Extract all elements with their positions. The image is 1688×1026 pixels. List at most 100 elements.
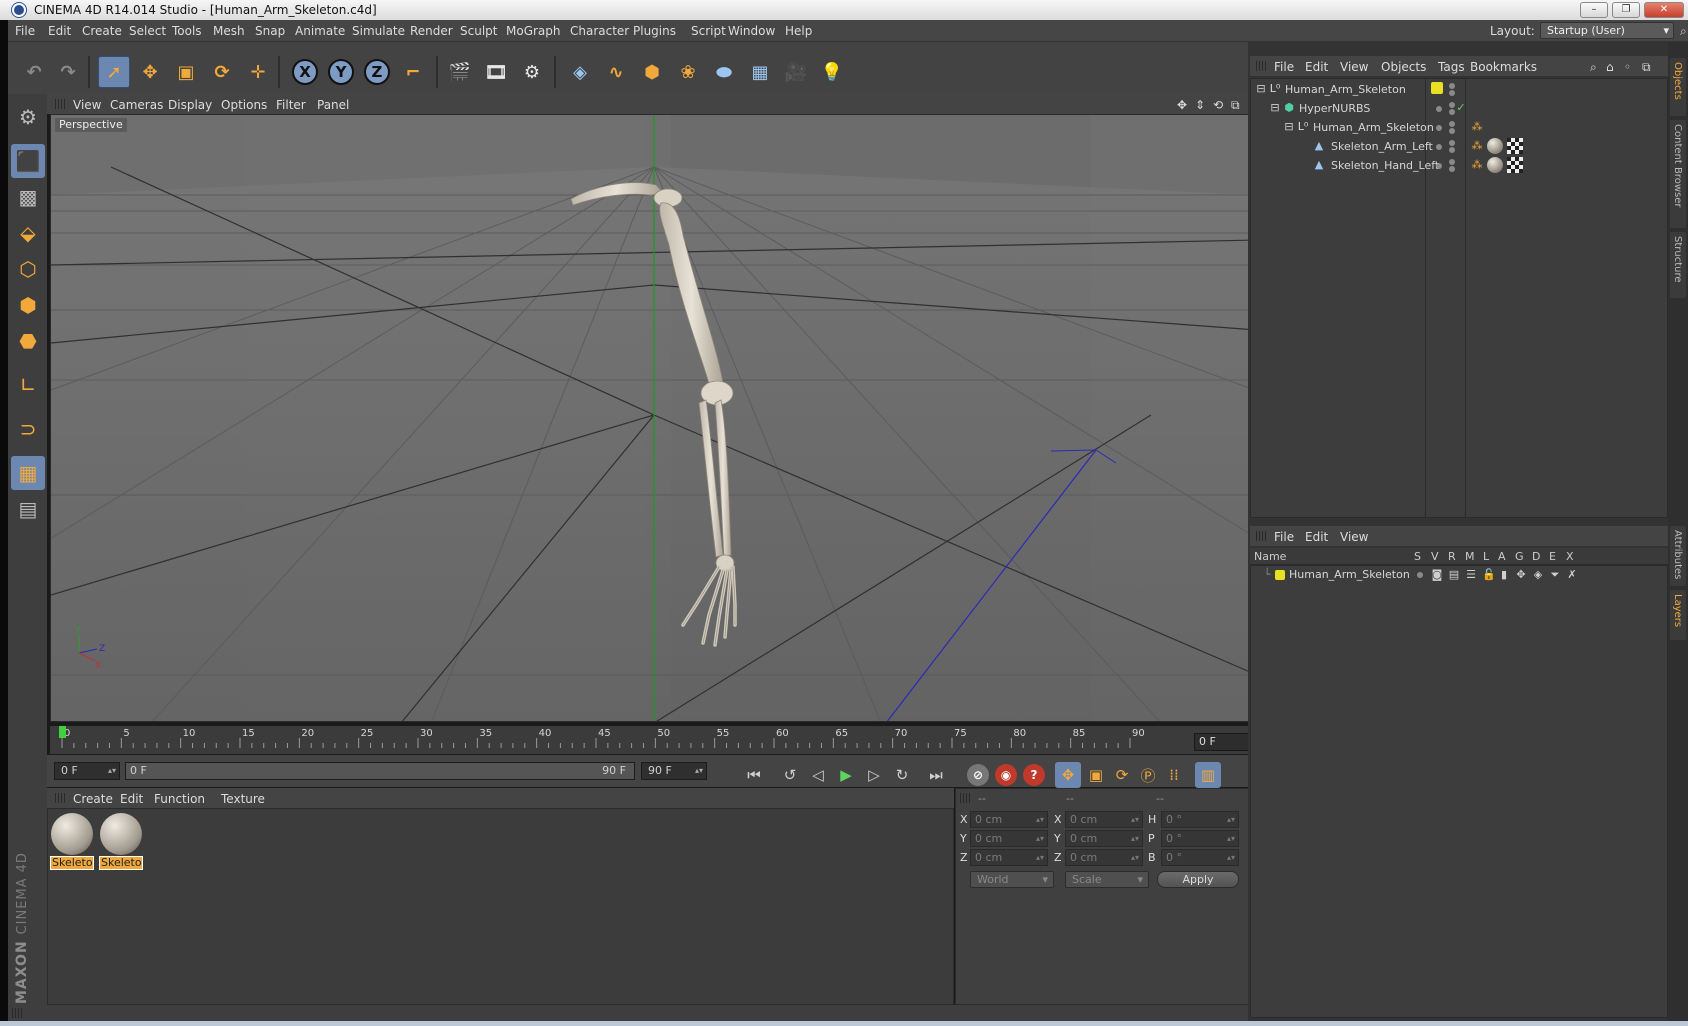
render-settings-icon[interactable]: ⚙ xyxy=(516,56,548,88)
uvw-tag-icon[interactable] xyxy=(1507,138,1523,154)
array-icon[interactable]: ❀ xyxy=(672,56,704,88)
start-frame-field[interactable]: 0 F ▴▾ xyxy=(54,762,120,780)
menu-create[interactable]: Create xyxy=(82,24,122,38)
undo-icon[interactable]: ↶ xyxy=(18,56,50,88)
expressions-toggle-icon[interactable]: ⏷ xyxy=(1549,569,1561,581)
record-scale-icon[interactable]: ▣ xyxy=(1083,762,1109,788)
layer-color-swatch[interactable] xyxy=(1431,82,1443,94)
layers-menu-edit[interactable]: Edit xyxy=(1305,530,1328,544)
record-rotation-icon[interactable]: ⟳ xyxy=(1109,762,1135,788)
tab-layers[interactable]: Layers xyxy=(1670,590,1686,640)
rotate-icon[interactable]: ⟳ xyxy=(206,56,238,88)
material-swatch[interactable]: Skeleton xyxy=(50,812,94,872)
render-view-icon[interactable]: 🎬 xyxy=(444,56,476,88)
maximize-view-icon[interactable]: ⧉ xyxy=(1231,98,1240,113)
restore-button[interactable]: ❐ xyxy=(1612,2,1640,18)
dolly-view-icon[interactable]: ⇕ xyxy=(1195,98,1205,112)
model-mode-icon[interactable]: ⬛ xyxy=(11,144,45,178)
column-locked[interactable]: L xyxy=(1483,550,1489,563)
layer-dot[interactable] xyxy=(1436,144,1442,150)
tab-structure[interactable]: Structure xyxy=(1670,232,1686,298)
animation-toggle-icon[interactable]: ▮ xyxy=(1498,569,1510,581)
3d-viewport[interactable]: Y Z X Perspective xyxy=(50,114,1256,722)
snap-icon[interactable]: ⊃ xyxy=(11,412,45,446)
layer-row[interactable]: └ Human_Arm_Skeleton ◙ ▤ ☰ 🔓 ▮ ✥ ◈ ⏷ ✗ xyxy=(1251,567,1667,583)
pos-z-field[interactable]: 0 cm ▴▾ xyxy=(970,849,1048,866)
light-icon[interactable]: 💡 xyxy=(816,56,848,88)
render-visibility-dot[interactable] xyxy=(1449,166,1455,172)
menu-plugins[interactable]: Plugins xyxy=(633,24,676,38)
pos-y-field[interactable]: 0 cm ▴▾ xyxy=(970,830,1048,847)
panel-grip[interactable] xyxy=(55,99,65,109)
go-to-end-icon[interactable]: ⏭ xyxy=(923,762,949,788)
objects-menu-objects[interactable]: Objects xyxy=(1381,60,1426,74)
current-frame-field[interactable]: 0 F xyxy=(1194,733,1256,751)
close-button[interactable]: ✕ xyxy=(1644,2,1684,18)
layers-menu-view[interactable]: View xyxy=(1340,530,1368,544)
menu-select[interactable]: Select xyxy=(129,24,166,38)
tab-content-browser[interactable]: Content Browser xyxy=(1670,120,1686,228)
render-picture-viewer-icon[interactable]: 🎞 xyxy=(480,56,512,88)
objects-menu-file[interactable]: File xyxy=(1274,60,1294,74)
manager-toggle-icon[interactable]: ☰ xyxy=(1465,569,1477,581)
material-swatch[interactable]: Skeleton xyxy=(99,812,143,872)
move-icon[interactable]: ✥ xyxy=(134,56,166,88)
menu-snap[interactable]: Snap xyxy=(255,24,285,38)
search-icon[interactable]: ⌕ xyxy=(1680,24,1687,39)
xref-toggle-icon[interactable]: ✗ xyxy=(1566,569,1578,581)
end-frame-field[interactable]: 90 F ▴▾ xyxy=(641,762,707,780)
column-expressions[interactable]: E xyxy=(1549,550,1556,563)
menu-file[interactable]: File xyxy=(15,24,35,38)
apply-button[interactable]: Apply xyxy=(1157,871,1239,888)
layer-dot[interactable] xyxy=(1436,106,1442,112)
scale-icon[interactable]: ▣ xyxy=(170,56,202,88)
rot-h-field[interactable]: 0 ° ▴▾ xyxy=(1161,811,1239,828)
cube-icon[interactable]: ◈ xyxy=(564,56,596,88)
menu-edit[interactable]: Edit xyxy=(48,24,71,38)
edges-mode-icon[interactable]: ⬢ xyxy=(11,288,45,322)
menu-mesh[interactable]: Mesh xyxy=(213,24,245,38)
object-row[interactable]: ⊟ ⬢ HyperNURBS ✓ xyxy=(1251,99,1667,118)
nurbs-icon[interactable]: ⬢ xyxy=(636,56,668,88)
y-axis-lock-button[interactable]: Y xyxy=(325,56,357,88)
menu-render[interactable]: Render xyxy=(410,24,453,38)
phong-tag-icon[interactable]: ⁂ xyxy=(1471,140,1483,152)
deformers-toggle-icon[interactable]: ◈ xyxy=(1532,569,1544,581)
column-solo[interactable]: S xyxy=(1414,550,1421,563)
scheme-settings-icon[interactable]: ▥ xyxy=(1195,762,1221,788)
panel-grip[interactable] xyxy=(55,793,65,803)
menu-mograph[interactable]: MoGraph xyxy=(506,24,561,38)
rot-p-field[interactable]: 0 ° ▴▾ xyxy=(1161,830,1239,847)
object-row[interactable]: ⊟ L⁰ Human_Arm_Skeleton ⁂ xyxy=(1251,118,1667,137)
record-keys-icon[interactable]: ⊘ xyxy=(965,762,991,788)
material-tag-icon[interactable] xyxy=(1487,138,1503,154)
column-xref[interactable]: X xyxy=(1566,550,1574,563)
editor-visibility-dot[interactable] xyxy=(1449,140,1455,146)
object-row[interactable]: ▲ Skeleton_Arm_Left ⁂ xyxy=(1251,137,1667,156)
menu-animate[interactable]: Animate xyxy=(295,24,345,38)
object-row[interactable]: ▲ Skeleton_Hand_Left ⁂ xyxy=(1251,156,1667,175)
phong-tag-icon[interactable]: ⁂ xyxy=(1471,159,1483,171)
material-tag-icon[interactable] xyxy=(1487,157,1503,173)
polygons-mode-icon[interactable]: ⬣ xyxy=(11,324,45,358)
viewport-menu-panel[interactable]: Panel xyxy=(317,98,349,112)
editor-visibility-dot[interactable] xyxy=(1449,159,1455,165)
z-axis-lock-button[interactable]: Z xyxy=(361,56,393,88)
viewport-menu-options[interactable]: Options xyxy=(221,98,267,112)
layer-color-swatch[interactable] xyxy=(1275,570,1285,580)
viewport-menu-view[interactable]: View xyxy=(73,98,101,112)
layer-dot[interactable] xyxy=(1436,125,1442,131)
menu-sculpt[interactable]: Sculpt xyxy=(460,24,497,38)
x-axis-lock-button[interactable]: X xyxy=(289,56,321,88)
render-visibility-dot[interactable] xyxy=(1449,128,1455,134)
home-icon[interactable]: ⌂ xyxy=(1606,60,1614,74)
keyframe-selection-icon[interactable]: ? xyxy=(1021,762,1047,788)
pan-view-icon[interactable]: ✥ xyxy=(1177,98,1187,112)
menu-character[interactable]: Character xyxy=(570,24,629,38)
deformer-icon[interactable]: ⬬ xyxy=(708,56,740,88)
rot-b-field[interactable]: 0 ° ▴▾ xyxy=(1161,849,1239,866)
viewport-menu-filter[interactable]: Filter xyxy=(276,98,306,112)
collapse-icon[interactable]: ◦ xyxy=(1624,60,1631,74)
layer-dot[interactable] xyxy=(1436,163,1442,169)
material-menu-edit[interactable]: Edit xyxy=(120,792,143,806)
